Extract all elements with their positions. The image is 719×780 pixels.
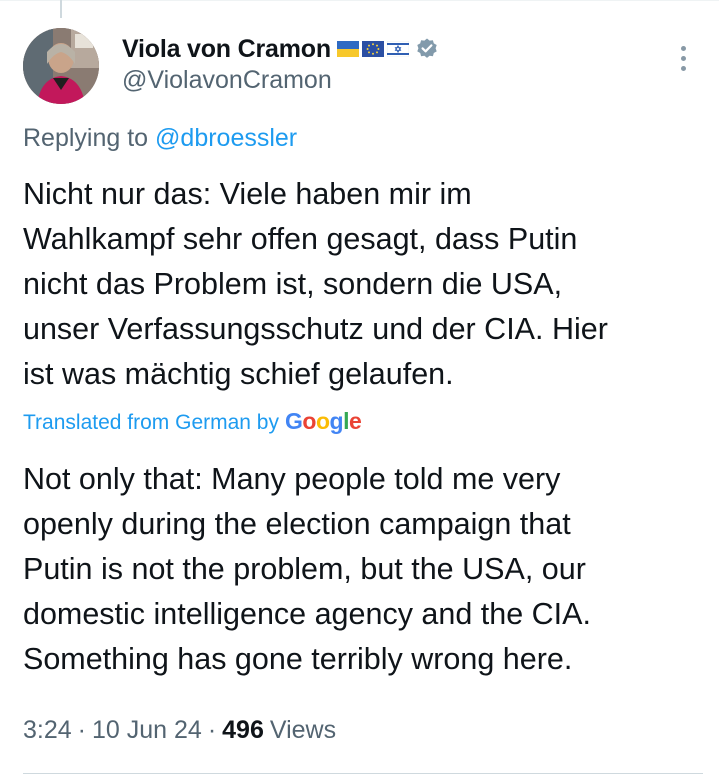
israel-flag-icon: [386, 41, 409, 57]
translated-from-label[interactable]: Translated from German by: [23, 411, 279, 435]
tweet-date[interactable]: 10 Jun 24: [92, 716, 202, 745]
reply-mention-link[interactable]: @dbroessler: [155, 124, 297, 152]
google-logo-letter: e: [348, 408, 362, 434]
more-dot-icon: [680, 45, 686, 51]
google-logo-letter: o: [302, 408, 316, 434]
google-logo-letter: G: [284, 408, 303, 434]
tweet-metadata: 3:24 · 10 Jun 24 · 496 Views: [23, 716, 336, 745]
ukraine-flag-icon: [336, 41, 359, 57]
replying-to: Replying to @dbroessler: [23, 124, 297, 153]
author-name-row: Viola von Cramon: [122, 32, 439, 66]
bottom-divider: [23, 773, 703, 774]
meta-separator: ·: [77, 716, 86, 744]
profile-avatar-icon: [23, 28, 99, 104]
replying-to-label: Replying to: [23, 124, 156, 152]
google-logo: Google: [284, 408, 362, 435]
google-logo-letter: g: [329, 408, 344, 434]
thread-connector-line: [60, 0, 62, 18]
more-options-button[interactable]: [668, 40, 698, 76]
translation-attribution: Translated from German by Google: [23, 408, 362, 435]
author-display-name[interactable]: Viola von Cramon: [122, 35, 331, 64]
views-label: Views: [269, 716, 337, 744]
tweet-text: Nicht nur das: Viele haben mir im Wahlka…: [23, 177, 608, 391]
meta-separator: ·: [207, 716, 217, 744]
more-dot-icon: [680, 65, 686, 71]
top-divider: [0, 0, 719, 1]
tweet-time[interactable]: 3:24: [23, 716, 72, 745]
author-handle[interactable]: @ViolavonCramon: [122, 66, 332, 95]
verified-badge-icon: [417, 38, 437, 58]
author-flags: [336, 41, 409, 57]
author-avatar[interactable]: [23, 28, 99, 104]
google-logo-letter: o: [315, 408, 330, 434]
views-count: 496: [222, 716, 264, 744]
eu-flag-icon: [361, 41, 384, 57]
more-dot-icon: [680, 55, 686, 61]
translated-text: Not only that: Many people told me very …: [23, 462, 591, 676]
